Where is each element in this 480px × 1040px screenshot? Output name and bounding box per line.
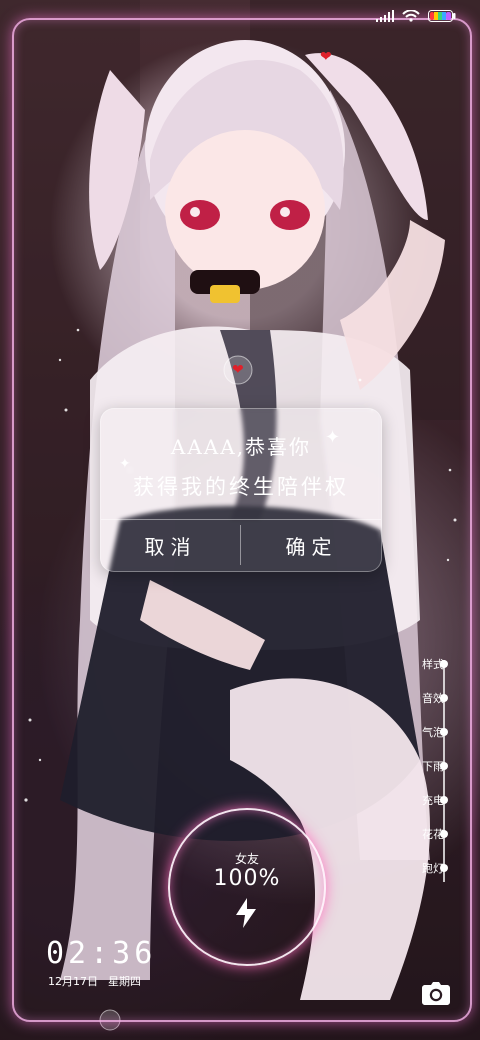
sparkle-icon: ✦ (325, 427, 341, 448)
menu-item-rain[interactable]: 下雨 (392, 754, 462, 778)
heart-icon: ❤ (320, 49, 332, 65)
weekday-text: 星期四 (108, 975, 141, 988)
charging-label: 女友 (234, 852, 259, 866)
heart-icon: ❤ (232, 362, 244, 378)
menu-item-sound[interactable]: 音效 (392, 686, 462, 710)
charging-indicator: 女友 100% (168, 808, 326, 966)
menu-item-dot (440, 694, 448, 702)
camera-icon[interactable] (422, 982, 450, 1006)
charging-percentage: 100% (213, 866, 281, 891)
menu-item-dot (440, 830, 448, 838)
menu-item-dot (440, 864, 448, 872)
sparkle-icon: ✦ (119, 456, 131, 472)
menu-item-dot (440, 762, 448, 770)
menu-item-dot (440, 660, 448, 668)
status-bar (376, 10, 456, 22)
menu-item-marquee[interactable]: 跑灯 (392, 856, 462, 880)
effects-menu: 样式 音效 气泡 下雨 充电 花花 跑灯 (392, 652, 462, 888)
date-text: 12月17日 (48, 975, 98, 988)
cancel-button[interactable]: 取消 (101, 521, 240, 569)
dialog-message-line-2: 获得我的终生陪伴权 (133, 475, 349, 499)
menu-item-style[interactable]: 样式 (392, 652, 462, 676)
menu-item-dot (440, 796, 448, 804)
wifi-icon (402, 10, 420, 22)
menu-item-charging[interactable]: 充电 (392, 788, 462, 812)
menu-item-dot (440, 728, 448, 736)
clock-date: 12月17日 星期四 (48, 973, 141, 989)
dialog-divider (101, 519, 381, 520)
menu-item-bubbles[interactable]: 气泡 (392, 720, 462, 744)
clock-time: 02:36 (46, 936, 157, 971)
battery-icon (428, 10, 456, 22)
menu-item-flowers[interactable]: 花花 (392, 822, 462, 846)
lightning-icon (236, 898, 256, 928)
signal-icon (376, 10, 394, 22)
confirm-button[interactable]: 确定 (242, 521, 381, 569)
lock-screen: ❤ ❤ AAAA,恭喜你 获得我的终生陪伴权 取消 确定 ✦ ✦ 样式 音效 气… (0, 0, 480, 1040)
confirm-dialog: AAAA,恭喜你 获得我的终生陪伴权 取消 确定 ✦ ✦ (100, 408, 382, 572)
dialog-button-divider (240, 525, 241, 565)
